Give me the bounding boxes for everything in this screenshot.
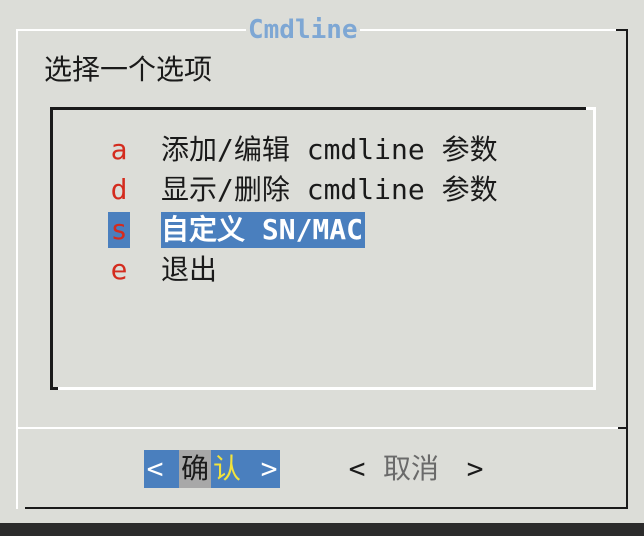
dialog-border-corner bbox=[616, 29, 628, 31]
menu-item-label: 显示/删除 cmdline 参数 bbox=[161, 173, 498, 206]
chevron-left-icon: < bbox=[146, 452, 164, 485]
dialog-border-right bbox=[626, 29, 628, 509]
menu-item-label: 自定义 SN/MAC bbox=[161, 212, 366, 248]
ok-button-char: 确 bbox=[179, 450, 211, 488]
menu-item-hotkey: a bbox=[110, 133, 128, 166]
menu-box-border-corner-bottom bbox=[50, 387, 58, 390]
button-separator bbox=[16, 427, 628, 429]
dialog-border-bottom bbox=[25, 507, 628, 509]
menu-item-label: 退出 bbox=[161, 253, 218, 286]
cmdline-dialog: Cmdline 选择一个选项 a 添加/编辑 cmdline 参数 d 显示/删… bbox=[0, 0, 644, 523]
dialog-title: Cmdline bbox=[246, 14, 360, 46]
dialog-border-left bbox=[16, 29, 18, 509]
menu-item-hotkey: e bbox=[110, 253, 128, 286]
chevron-right-icon: > bbox=[260, 452, 278, 485]
menu-box-border-bottom bbox=[58, 387, 596, 390]
chevron-right-icon: > bbox=[466, 452, 484, 485]
menu-item-hotkey: s bbox=[108, 212, 130, 248]
menu-box-border-right bbox=[593, 107, 596, 390]
ok-button[interactable]: < 确 认 > bbox=[144, 450, 280, 488]
dialog-prompt: 选择一个选项 bbox=[44, 53, 213, 86]
menu-box-border-top bbox=[50, 107, 586, 110]
cancel-button[interactable]: < 取消 > bbox=[346, 450, 486, 488]
menu-item-hotkey: d bbox=[110, 173, 128, 206]
menu-box-border-left bbox=[50, 107, 53, 390]
menu-item-label: 添加/编辑 cmdline 参数 bbox=[161, 133, 498, 166]
cancel-button-label: 取消 bbox=[383, 452, 440, 485]
button-separator-corner bbox=[618, 427, 628, 429]
ok-button-hotkey-char: 认 bbox=[212, 452, 241, 485]
chevron-left-icon: < bbox=[348, 452, 366, 485]
terminal-screen: Cmdline 选择一个选项 a 添加/编辑 cmdline 参数 d 显示/删… bbox=[0, 0, 644, 536]
